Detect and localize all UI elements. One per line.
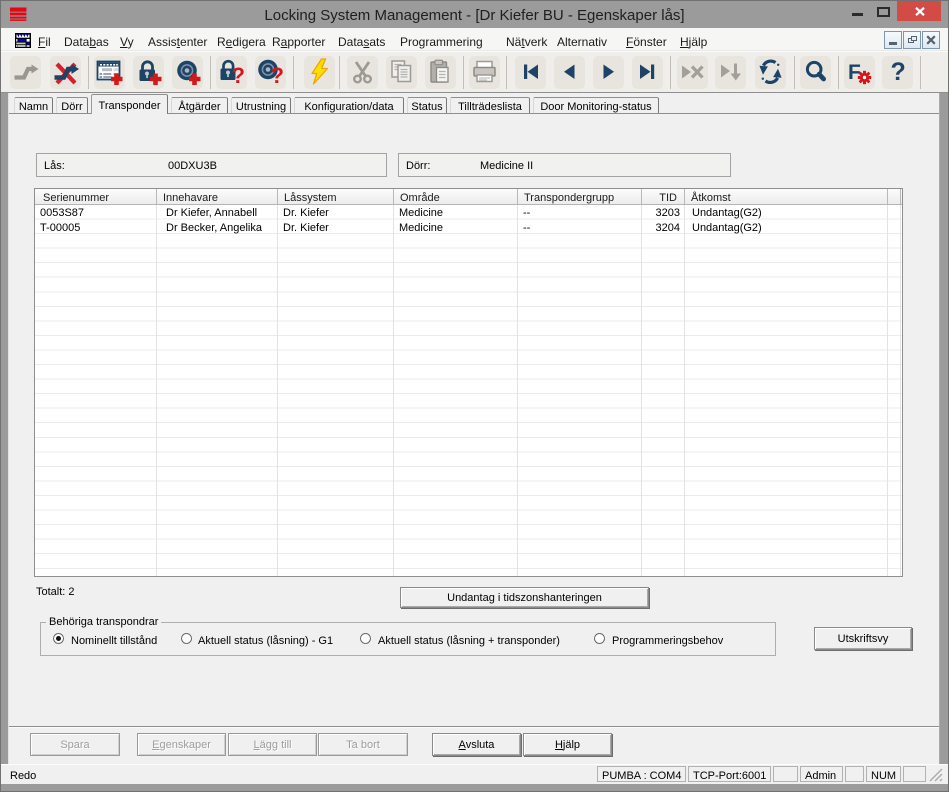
svg-text:?: ? [271,63,284,87]
svg-text:F: F [848,61,861,84]
svg-text:?: ? [232,63,245,87]
svg-text:?: ? [891,58,906,86]
